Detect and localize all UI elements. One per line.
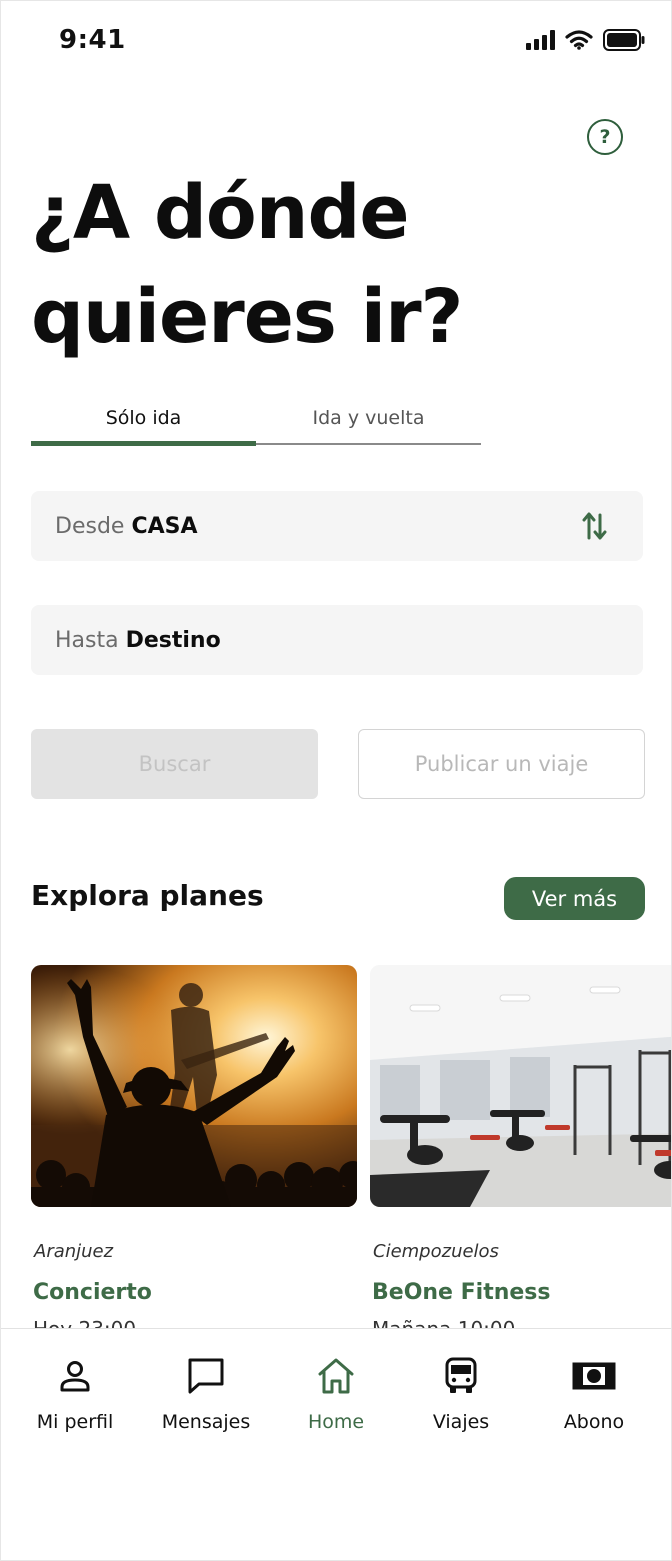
nav-label: Abono <box>563 1411 625 1433</box>
page-title-line-2: quieres ir? <box>31 274 463 360</box>
concert-photo <box>31 965 357 1207</box>
origin-value: CASA <box>131 513 198 539</box>
destination-field[interactable]: Hasta Destino <box>31 605 643 675</box>
plan-card-concert[interactable]: Aranjuez Concierto Hoy 23:00 <box>31 965 357 1341</box>
page-title-line-1: ¿A dónde <box>31 170 410 256</box>
nav-item-mensajes[interactable]: Mensajes <box>146 1355 266 1433</box>
card-location: Ciempozuelos <box>373 1241 499 1262</box>
search-button[interactable]: Buscar <box>31 729 318 799</box>
tab-ida-y-vuelta[interactable]: Ida y vuelta <box>256 401 481 443</box>
card-title: BeOne Fitness <box>372 1280 551 1305</box>
chat-icon <box>188 1358 224 1394</box>
nav-item-home[interactable]: Home <box>276 1355 396 1433</box>
nav-label: Mensajes <box>161 1411 251 1433</box>
nav-label: Home <box>307 1411 365 1433</box>
status-time: 9:41 <box>59 25 126 55</box>
battery-icon <box>603 29 645 51</box>
cellular-signal-icon <box>526 30 555 50</box>
publish-trip-button[interactable]: Publicar un viaje <box>358 729 645 799</box>
card-title: Concierto <box>33 1280 152 1305</box>
help-button[interactable]: ? <box>587 119 623 155</box>
gym-photo <box>370 965 671 1207</box>
plan-card-fitness[interactable]: Ciempozuelos BeOne Fitness Mañana 10:00 <box>370 965 671 1341</box>
destination-value: Destino <box>125 627 221 653</box>
nav-item-abono[interactable]: Abono <box>534 1355 654 1433</box>
question-mark-icon: ? <box>599 126 611 148</box>
person-icon <box>60 1361 90 1392</box>
bus-icon <box>445 1357 477 1393</box>
card-location: Aranjuez <box>34 1241 114 1262</box>
nav-item-mi-perfil[interactable]: Mi perfil <box>15 1355 135 1433</box>
tab-solo-ida[interactable]: Sólo ida <box>31 401 256 446</box>
wifi-icon <box>565 30 593 50</box>
home-screen: 9:41 ? ¿A dónde quieres ir? Sólo ida Ida… <box>0 0 672 1561</box>
origin-prefix: Desde <box>55 513 125 539</box>
page-title: ¿A dónde quieres ir? <box>31 161 463 369</box>
destination-prefix: Hasta <box>55 627 119 653</box>
swap-arrows-icon[interactable] <box>581 510 609 542</box>
origin-field[interactable]: Desde CASA <box>31 491 643 561</box>
bottom-navigation: Mi perfil Mensajes Home Viajes Abono <box>1 1328 671 1560</box>
home-icon <box>318 1358 354 1394</box>
see-more-button[interactable]: Ver más <box>504 877 645 920</box>
explore-section-title: Explora planes <box>31 879 264 912</box>
nav-label: Mi perfil <box>36 1411 114 1433</box>
nav-label: Viajes <box>432 1411 490 1433</box>
status-icons <box>526 29 645 51</box>
nav-item-viajes[interactable]: Viajes <box>401 1355 521 1433</box>
banknote-icon <box>572 1362 616 1390</box>
trip-type-tabs: Sólo ida Ida y vuelta <box>31 401 481 446</box>
